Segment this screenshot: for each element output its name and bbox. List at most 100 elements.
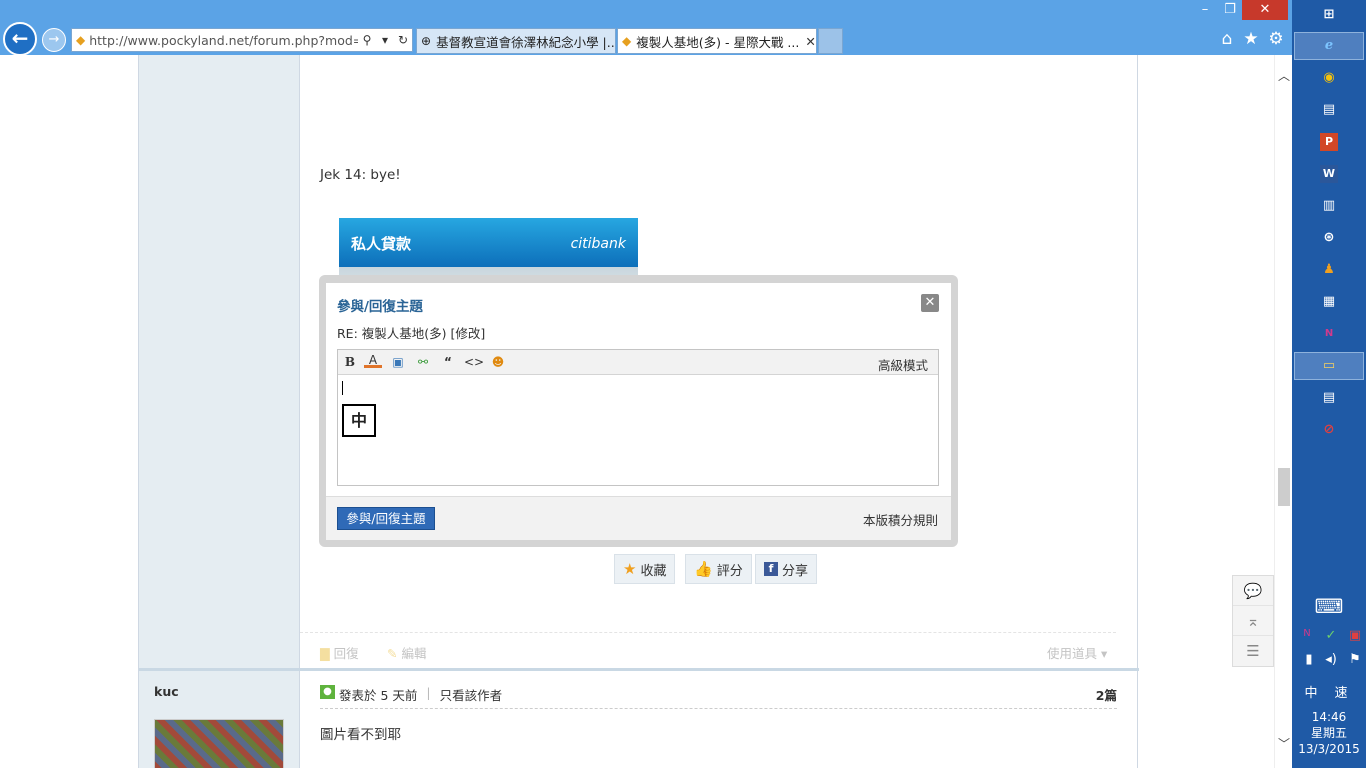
editor-toolbar: B A ▣ ⚯ “ <> ☻ 高級模式 (338, 350, 938, 375)
ime-mode-indicator[interactable]: 中 (1302, 682, 1320, 701)
close-icon[interactable]: ✕ (921, 294, 939, 312)
word-icon[interactable]: W (1320, 165, 1338, 183)
facebook-icon: f (764, 562, 778, 576)
submit-reply-button[interactable]: 參與/回復主題 (337, 507, 435, 530)
ime-indicator: 中 (342, 404, 376, 437)
nx-app-icon[interactable]: N (1320, 325, 1338, 343)
floating-tools: 💬 ⌅ ☰ (1232, 575, 1274, 667)
share-label: 分享 (782, 563, 809, 579)
scroll-up-icon[interactable]: ︿ (1275, 67, 1293, 84)
minimize-button[interactable]: – (1192, 0, 1218, 20)
points-rules-link[interactable]: 本版積分規則 (863, 510, 938, 529)
quote-button[interactable]: “ (439, 354, 457, 371)
forward-arrow-icon[interactable]: → (42, 28, 66, 52)
search-icon[interactable]: ⚲ (358, 33, 376, 47)
security-shield-icon[interactable]: ✓ (1322, 628, 1340, 643)
taskbar: ⊞ e ◉ ▤ P W ▥ ⊛ ♟ ▦ N ▭ ▤ ⊘ ⌨ N ✓ ▣ ▮ ◂)… (1292, 0, 1366, 768)
star-icon: ★ (623, 560, 637, 578)
author-sidebar: kuc (139, 671, 300, 768)
refresh-icon[interactable]: ↻ (394, 33, 412, 47)
file-explorer-icon[interactable]: ▭ (1320, 357, 1338, 375)
code-button[interactable]: <> (464, 354, 484, 371)
scroll-down-icon[interactable]: ﹀ (1275, 735, 1293, 752)
vertical-scrollbar[interactable]: ︿ ﹀ (1274, 55, 1292, 768)
favorite-label: 收藏 (640, 563, 667, 579)
browser-chrome: ← → ◆ http://www.pockyland.net/forum.php… (0, 0, 1292, 56)
favorites-star-icon[interactable]: ★ (1240, 29, 1262, 49)
home-icon[interactable]: ⌂ (1216, 29, 1238, 49)
ad-title: 私人貸款 (351, 235, 412, 253)
list-icon[interactable]: ☰ (1233, 636, 1273, 666)
text-caret (342, 381, 343, 395)
advanced-mode-link[interactable]: 高級模式 (878, 355, 928, 374)
rate-label: 評分 (716, 563, 743, 579)
link-icon[interactable]: ⚯ (414, 354, 432, 371)
post-text: Jek 14: bye! (320, 167, 401, 183)
only-author-link[interactable]: 只看該作者 (440, 685, 503, 704)
tab-school[interactable]: ⊕ 基督教宣道會徐澤林紀念小學 |... (416, 28, 616, 54)
dropdown-icon[interactable]: ▾ (376, 33, 394, 47)
clock[interactable]: 14:46 星期五 13/3/2015 (1292, 709, 1366, 757)
back-to-top-icon[interactable]: ⌅ (1233, 606, 1273, 636)
back-arrow-icon[interactable]: ← (3, 22, 37, 56)
tray-app-icon[interactable]: ▣ (1346, 628, 1364, 643)
post-time: 發表於 5 天前 (339, 688, 418, 703)
battery-icon[interactable]: ▮ (1300, 652, 1318, 667)
favorite-button[interactable]: ★ 收藏 (614, 554, 676, 584)
smiley-icon[interactable]: ☻ (489, 354, 507, 371)
author-name[interactable]: kuc (154, 684, 179, 699)
image-icon[interactable]: ▣ (389, 354, 407, 371)
close-tab-icon[interactable]: ✕ (799, 34, 815, 49)
post-body: 圖片看不到耶 (320, 727, 401, 743)
remote-desktop-icon[interactable]: ▤ (1320, 101, 1338, 119)
close-window-button[interactable]: ✕ (1242, 0, 1288, 20)
internet-explorer-icon[interactable]: e (1320, 37, 1338, 55)
edit-link[interactable]: ✎ 編輯 (387, 643, 426, 662)
disk-tool-icon[interactable]: ⊛ (1320, 229, 1338, 247)
avatar[interactable] (154, 719, 284, 768)
use-tools-menu[interactable]: 使用道具 ▾ (1047, 643, 1107, 662)
clock-date: 13/3/2015 (1298, 742, 1360, 756)
dialog-title: 參與/回復主題 (337, 299, 423, 315)
powerpoint-icon[interactable]: P (1320, 133, 1338, 151)
windows-start-icon[interactable]: ⊞ (1320, 6, 1338, 24)
reply-link[interactable]: ▇ 回復 (320, 643, 359, 662)
school-favicon-icon: ⊕ (421, 34, 432, 48)
author-sidebar (139, 55, 300, 668)
ime-speed-indicator[interactable]: 速 (1332, 682, 1350, 701)
user-online-icon: ● (320, 685, 335, 699)
calculator-icon[interactable]: ▦ (1320, 293, 1338, 311)
comment-icon[interactable]: 💬 (1233, 576, 1273, 606)
reply-label: 回復 (333, 646, 359, 661)
scroll-thumb[interactable] (1278, 468, 1290, 506)
post-actions-bar: ▇ 回復 ✎ 編輯 使用道具 ▾ (300, 632, 1116, 667)
forum-thread: Jek 14: bye! 私人貸款 citibank 參與/回復主題 ✕ RE:… (138, 55, 1139, 768)
address-url[interactable]: http://www.pockyland.net/forum.php?mod=v… (89, 33, 358, 48)
volume-icon[interactable]: ◂) (1322, 652, 1340, 667)
dialog-subtitle: RE: 複製人基地(多) [修改] (337, 326, 486, 341)
chrome-icon[interactable]: ◉ (1320, 69, 1338, 87)
figure-app-icon[interactable]: ♟ (1320, 261, 1338, 279)
gear-icon[interactable]: ⚙ (1265, 29, 1287, 49)
edit-label: 編輯 (401, 646, 427, 661)
share-button[interactable]: f 分享 (755, 554, 818, 584)
nx-tray-icon[interactable]: N (1298, 628, 1316, 639)
post-meta: ● 發表於 5 天前 | 只看該作者 2篇 (320, 685, 1117, 709)
address-bar[interactable]: ◆ http://www.pockyland.net/forum.php?mod… (71, 28, 413, 52)
reply-editor[interactable]: B A ▣ ⚯ “ <> ☻ 高級模式 中 (337, 349, 939, 486)
action-center-flag-icon[interactable]: ⚑ (1346, 652, 1364, 667)
document-tool-icon[interactable]: ▥ (1320, 197, 1338, 215)
reply-dialog: 參與/回復主題 ✕ RE: 複製人基地(多) [修改] B A ▣ ⚯ “ <>… (319, 275, 958, 547)
prohibited-app-icon[interactable]: ⊘ (1320, 421, 1338, 439)
chevron-down-icon: ▾ (1101, 646, 1108, 661)
restore-button[interactable]: ❐ (1217, 0, 1243, 20)
bold-button[interactable]: B (341, 354, 359, 371)
tab-forum[interactable]: ◆ 複製人基地(多) - 星際大戰 ... ✕ (617, 28, 817, 54)
rate-button[interactable]: 👍 評分 (685, 554, 752, 584)
font-color-button[interactable]: A (364, 354, 382, 368)
new-tab-button[interactable] (818, 28, 843, 54)
media-app-icon[interactable]: ▤ (1320, 389, 1338, 407)
keyboard-icon[interactable]: ⌨ (1314, 594, 1344, 618)
dialog-footer: 參與/回復主題 本版積分規則 (326, 496, 951, 540)
tools-label: 使用道具 (1047, 646, 1098, 661)
